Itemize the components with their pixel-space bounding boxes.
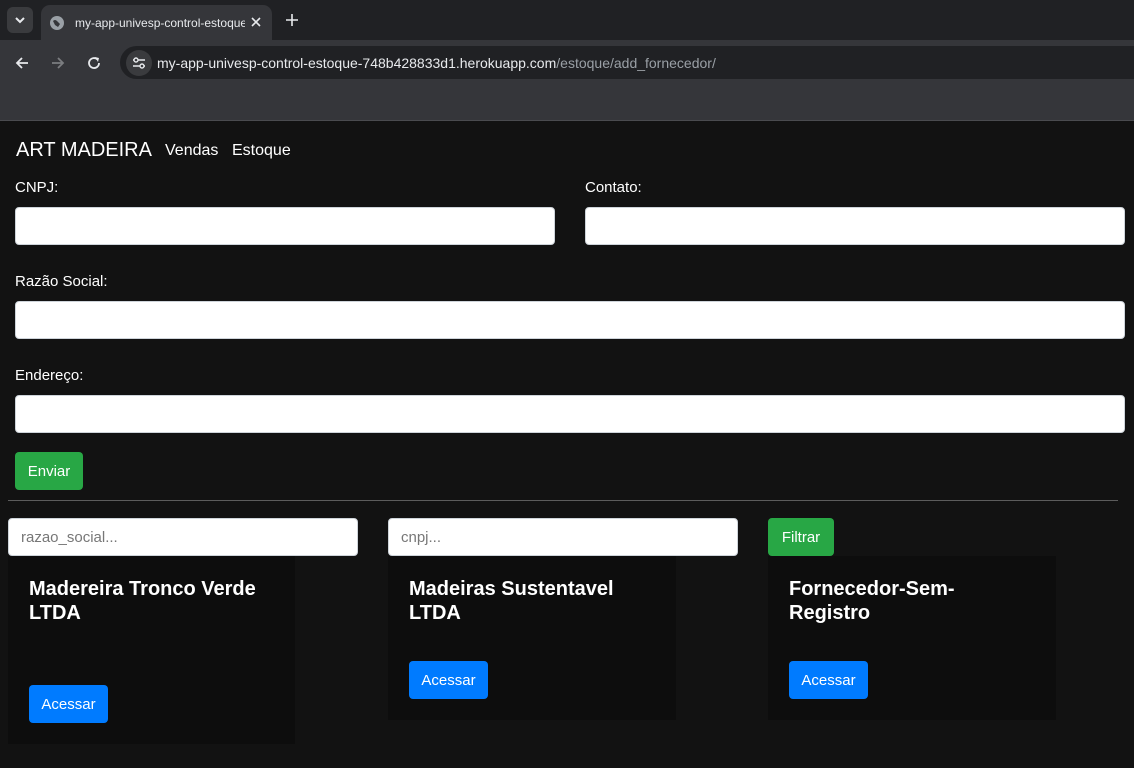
chevron-down-icon (15, 17, 25, 24)
globe-icon (49, 15, 65, 31)
close-tab-icon[interactable] (248, 14, 264, 30)
contato-label: Contato: (585, 179, 642, 196)
arrow-left-icon (15, 57, 28, 69)
razao-social-label: Razão Social: (15, 273, 108, 290)
endereco-label: Endereço: (15, 367, 84, 384)
endereco-input[interactable] (15, 395, 1125, 433)
tab-search-button[interactable] (7, 7, 33, 33)
contato-input[interactable] (585, 207, 1125, 245)
browser-toolbar: my-app-univesp-control-estoque-748b42883… (0, 40, 1134, 120)
supplier-name: Fornecedor-Sem-Registro (789, 578, 955, 624)
acessar-button[interactable]: Acessar (789, 661, 868, 699)
navbar-brand[interactable]: ART MADEIRA (16, 139, 152, 162)
back-button[interactable] (9, 50, 35, 76)
razao-social-input[interactable] (15, 301, 1125, 339)
supplier-name: Madereira Tronco Verde LTDA (29, 578, 256, 624)
tab-title: my-app-univesp-control-estoque (75, 15, 245, 30)
url-path: /estoque/add_fornecedor/ (556, 55, 716, 71)
razao-social-filter-input[interactable] (8, 518, 358, 556)
cnpj-filter-input[interactable] (388, 518, 738, 556)
nav-link-estoque[interactable]: Estoque (232, 142, 291, 160)
section-divider (8, 500, 1118, 501)
supplier-name: Madeiras Sustentavel LTDA (409, 578, 614, 624)
acessar-button[interactable]: Acessar (29, 685, 108, 723)
supplier-card: Madeiras Sustentavel LTDA Acessar (388, 556, 676, 720)
tune-icon (133, 57, 145, 69)
site-info-button[interactable] (126, 50, 152, 76)
reload-button[interactable] (81, 50, 107, 76)
url-text: my-app-univesp-control-estoque-748b42883… (157, 55, 716, 71)
cnpj-input[interactable] (15, 207, 555, 245)
page-content: ART MADEIRA Vendas Estoque CNPJ: Contato… (0, 121, 1134, 768)
supplier-card: Fornecedor-Sem-Registro Acessar (768, 556, 1056, 720)
enviar-button[interactable]: Enviar (15, 452, 83, 490)
cnpj-label: CNPJ: (15, 179, 59, 196)
plus-icon (286, 14, 298, 26)
browser-tab-active[interactable]: my-app-univesp-control-estoque (41, 5, 272, 40)
new-tab-button[interactable] (282, 10, 302, 30)
acessar-button[interactable]: Acessar (409, 661, 488, 699)
supplier-card: Madereira Tronco Verde LTDA Acessar (8, 556, 295, 744)
address-bar[interactable]: my-app-univesp-control-estoque-748b42883… (120, 46, 1134, 79)
browser-tabstrip: my-app-univesp-control-estoque (0, 0, 1134, 40)
forward-button[interactable] (45, 50, 71, 76)
arrow-right-icon (52, 57, 65, 69)
reload-icon (88, 57, 100, 69)
filtrar-button[interactable]: Filtrar (768, 518, 834, 556)
nav-link-vendas[interactable]: Vendas (165, 142, 218, 160)
url-host: my-app-univesp-control-estoque-748b42883… (157, 55, 557, 71)
